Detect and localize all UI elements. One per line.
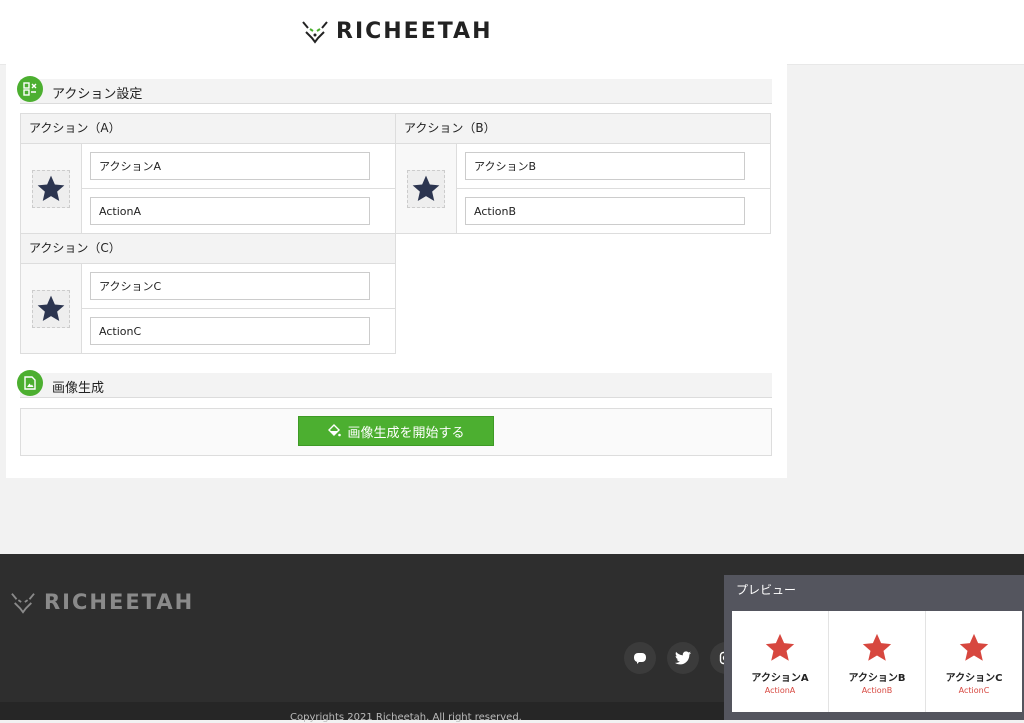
action-subtext-input[interactable]: [90, 317, 370, 345]
footer-logo[interactable]: RICHEETAH: [8, 590, 194, 614]
cheetah-logo-icon: [11, 593, 35, 614]
site-header: RICHEETAH: [0, 0, 1024, 65]
preview-action-subtext: ActionB: [861, 686, 893, 695]
action-subtext-input[interactable]: [90, 197, 370, 225]
preview-action-name: アクションB: [848, 673, 906, 684]
image-file-icon: [17, 370, 43, 396]
section-title: 画像生成: [52, 381, 105, 396]
generate-area: 画像生成を開始する: [20, 408, 772, 456]
cheetah-logo-icon: [302, 21, 328, 44]
action-name-input[interactable]: [90, 152, 370, 180]
line-link[interactable]: [624, 642, 656, 674]
preview-action-a: アクションA ActionA: [732, 611, 828, 712]
twitter-icon: [675, 651, 691, 665]
action-settings-section-header: アクション設定: [17, 76, 772, 104]
star-icon: [959, 633, 989, 661]
preview-action-b: アクションB ActionB: [828, 611, 925, 712]
action-group-a: アクション（A）: [20, 113, 396, 234]
action-group-b: アクション（B）: [395, 113, 771, 234]
preview-action-subtext: ActionA: [764, 686, 796, 695]
paint-bucket-icon: [328, 424, 342, 437]
preview-title: プレビュー: [736, 583, 797, 597]
action-group-header: アクション（C）: [21, 234, 395, 264]
action-group-c: アクション（C）: [20, 233, 396, 354]
start-image-generation-button[interactable]: 画像生成を開始する: [298, 416, 494, 446]
preview-body: アクションA ActionA アクションB ActionB アクションC Act…: [732, 611, 1022, 712]
star-icon: [37, 175, 65, 201]
action-icon-picker[interactable]: [32, 289, 70, 328]
main-panel: アクション設定 アクション（A） アクション（B）: [6, 64, 787, 478]
button-label: 画像生成を開始する: [347, 425, 465, 441]
action-group-header: アクション（B）: [396, 114, 770, 144]
action-name-input[interactable]: [465, 152, 745, 180]
copyright-text: Copyrights 2021 Richeetah. All right res…: [290, 712, 522, 723]
preview-action-subtext: ActionC: [958, 686, 990, 695]
image-generation-section-header: 画像生成: [17, 370, 772, 398]
preview-action-name: アクションC: [945, 673, 1003, 684]
site-logo[interactable]: RICHEETAH: [300, 18, 492, 44]
twitter-link[interactable]: [667, 642, 699, 674]
logo-text: RICHEETAH: [336, 18, 493, 44]
action-icon-picker[interactable]: [407, 169, 445, 208]
actions-icon: [17, 76, 43, 102]
action-group-header: アクション（A）: [21, 114, 395, 144]
preview-action-name: アクションA: [751, 673, 809, 684]
star-icon: [765, 633, 795, 661]
action-icon-picker[interactable]: [32, 169, 70, 208]
preview-action-c: アクションC ActionC: [925, 611, 1022, 712]
star-icon: [862, 633, 892, 661]
star-icon: [412, 175, 440, 201]
line-icon: [634, 653, 646, 664]
section-title: アクション設定: [52, 87, 143, 102]
preview-panel: プレビュー アクションA ActionA アクションB ActionB アクショ…: [724, 575, 1024, 720]
action-subtext-input[interactable]: [465, 197, 745, 225]
footer-logo-text: RICHEETAH: [44, 590, 195, 614]
star-icon: [37, 295, 65, 321]
action-name-input[interactable]: [90, 272, 370, 300]
